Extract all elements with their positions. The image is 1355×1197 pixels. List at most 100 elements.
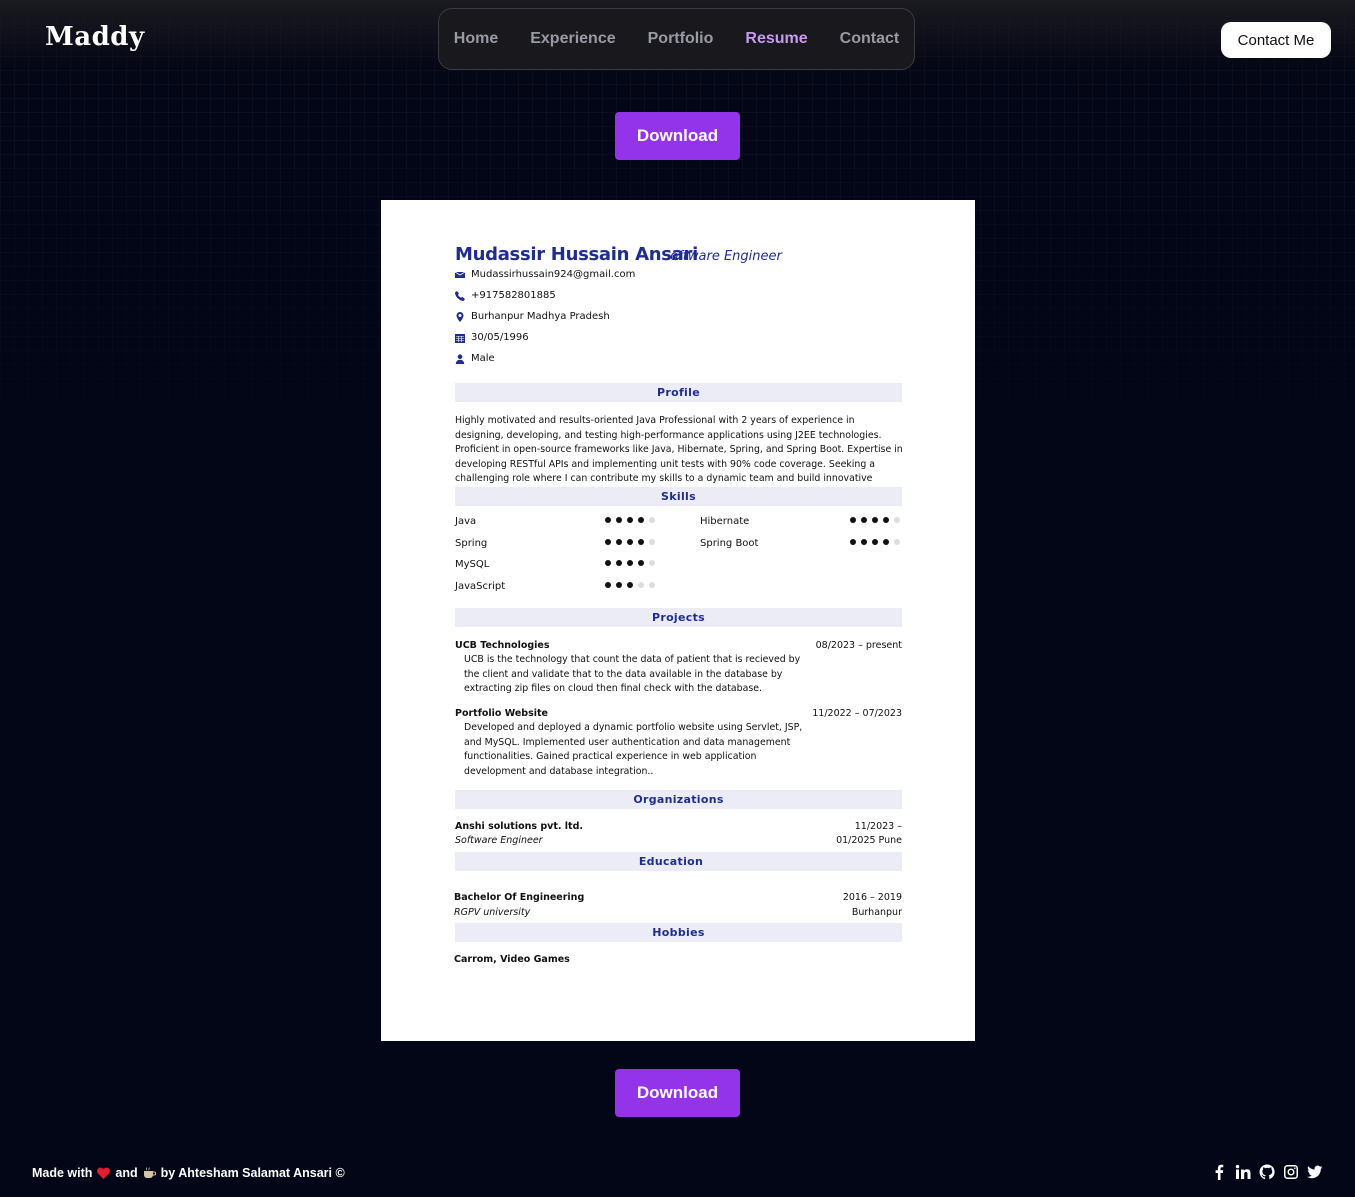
project-date: 08/2023 – present xyxy=(815,640,902,651)
skill-name: MySQL xyxy=(455,559,490,570)
skills-heading: Skills xyxy=(455,487,902,506)
project-title: Portfolio Website xyxy=(455,708,549,719)
dob-text: 30/05/1996 xyxy=(471,332,529,343)
rating-dot-filled xyxy=(883,539,889,545)
rating-dot-filled xyxy=(616,517,622,523)
skill-rating xyxy=(605,560,655,566)
rating-dot-filled xyxy=(638,539,644,545)
organizations-heading: Organizations xyxy=(455,790,902,809)
nav-experience[interactable]: Experience xyxy=(530,30,615,48)
social-links xyxy=(1211,1164,1323,1180)
phone-icon xyxy=(455,290,465,301)
education-degree: Bachelor Of Engineering xyxy=(454,892,585,903)
education-years: 2016 – 2019 xyxy=(842,892,902,903)
rating-dot-empty xyxy=(649,539,655,545)
main-nav: Home Experience Portfolio Resume Contact xyxy=(438,8,915,70)
skill-rating xyxy=(605,539,655,545)
rating-dot-filled xyxy=(627,517,633,523)
education-place: Burhanpur xyxy=(851,907,902,918)
email-row: Mudassirhussain924@gmail.com xyxy=(455,269,635,280)
email-icon xyxy=(455,271,465,278)
coffee-icon xyxy=(143,1167,156,1178)
location-text: Burhanpur Madhya Pradesh xyxy=(471,311,610,322)
organization-date-start: 11/2023 – xyxy=(854,821,902,832)
nav-home[interactable]: Home xyxy=(454,30,498,48)
rating-dot-empty xyxy=(649,560,655,566)
location-row: Burhanpur Madhya Pradesh xyxy=(455,311,610,322)
twitter-icon[interactable] xyxy=(1307,1164,1323,1180)
project-description: UCB is the technology that count the dat… xyxy=(464,654,801,694)
rating-dot-filled xyxy=(605,582,611,588)
nav-resume[interactable]: Resume xyxy=(745,30,807,48)
resume-document: Mudassir Hussain Ansari Software Enginee… xyxy=(381,200,975,1041)
instagram-icon[interactable] xyxy=(1283,1164,1299,1180)
gender-text: Male xyxy=(471,353,495,364)
rating-dot-filled xyxy=(638,517,644,523)
rating-dot-filled xyxy=(605,539,611,545)
facebook-icon[interactable] xyxy=(1211,1164,1227,1180)
rating-dot-filled xyxy=(861,539,867,545)
skill-rating xyxy=(605,517,655,523)
education-school: RGPV university xyxy=(454,907,531,918)
rating-dot-filled xyxy=(850,517,856,523)
education-heading: Education xyxy=(455,852,902,871)
skill-rating xyxy=(850,517,900,523)
rating-dot-filled xyxy=(616,582,622,588)
skill-rating xyxy=(605,582,655,588)
footer-and: and xyxy=(115,1166,138,1180)
organization-date-end: 01/2025 Pune xyxy=(836,835,902,846)
phone-row: +917582801885 xyxy=(455,290,556,301)
footer-by: by Ahtesham Salamat Ansari © xyxy=(160,1166,345,1180)
phone-text: +917582801885 xyxy=(471,290,556,301)
skill-rating xyxy=(850,539,900,545)
rating-dot-filled xyxy=(638,560,644,566)
project-description: Developed and deployed a dynamic portfol… xyxy=(464,722,803,777)
project-date: 11/2022 – 07/2023 xyxy=(812,708,902,719)
rating-dot-filled xyxy=(616,539,622,545)
skill-name: JavaScript xyxy=(455,581,506,592)
rating-dot-filled xyxy=(605,517,611,523)
nav-portfolio[interactable]: Portfolio xyxy=(648,30,714,48)
logo[interactable]: Maddy xyxy=(45,22,145,52)
rating-dot-filled xyxy=(872,539,878,545)
github-icon[interactable] xyxy=(1259,1164,1275,1180)
dob-row: 30/05/1996 xyxy=(455,332,529,343)
hobbies-text: Carrom, Video Games xyxy=(454,954,570,965)
rating-dot-filled xyxy=(883,517,889,523)
linkedin-icon[interactable] xyxy=(1235,1164,1251,1180)
gender-row: Male xyxy=(455,353,495,364)
skill-name: Hibernate xyxy=(700,516,750,527)
rating-dot-empty xyxy=(894,539,900,545)
hobbies-heading: Hobbies xyxy=(455,923,902,942)
rating-dot-filled xyxy=(605,560,611,566)
rating-dot-empty xyxy=(894,517,900,523)
nav-contact[interactable]: Contact xyxy=(840,30,900,48)
rating-dot-empty xyxy=(638,582,644,588)
contact-me-button[interactable]: Contact Me xyxy=(1221,22,1331,58)
rating-dot-filled xyxy=(850,539,856,545)
heart-icon xyxy=(97,1167,111,1179)
calendar-icon xyxy=(455,333,465,343)
rating-dot-filled xyxy=(627,582,633,588)
resume-role: Software Engineer xyxy=(662,249,782,264)
rating-dot-empty xyxy=(649,517,655,523)
skill-name: Spring xyxy=(455,538,488,549)
download-button-top[interactable]: Download xyxy=(615,112,740,160)
project-title: UCB Technologies xyxy=(455,640,550,651)
rating-dot-filled xyxy=(872,517,878,523)
download-button-bottom[interactable]: Download xyxy=(615,1069,740,1117)
organization-name: Anshi solutions pvt. ltd. xyxy=(455,821,584,832)
organization-role: Software Engineer xyxy=(455,835,543,846)
footer-made-with: Made with xyxy=(32,1166,93,1180)
rating-dot-filled xyxy=(861,517,867,523)
rating-dot-filled xyxy=(627,560,633,566)
profile-heading: Profile xyxy=(455,383,902,402)
rating-dot-filled xyxy=(627,539,633,545)
projects-heading: Projects xyxy=(455,608,902,627)
rating-dot-filled xyxy=(616,560,622,566)
person-icon xyxy=(455,353,465,364)
rating-dot-empty xyxy=(649,582,655,588)
footer-credit: Made with and by Ahtesham Salamat Ansari… xyxy=(32,1166,345,1180)
location-pin-icon xyxy=(456,311,464,322)
skill-name: Java xyxy=(455,516,477,527)
